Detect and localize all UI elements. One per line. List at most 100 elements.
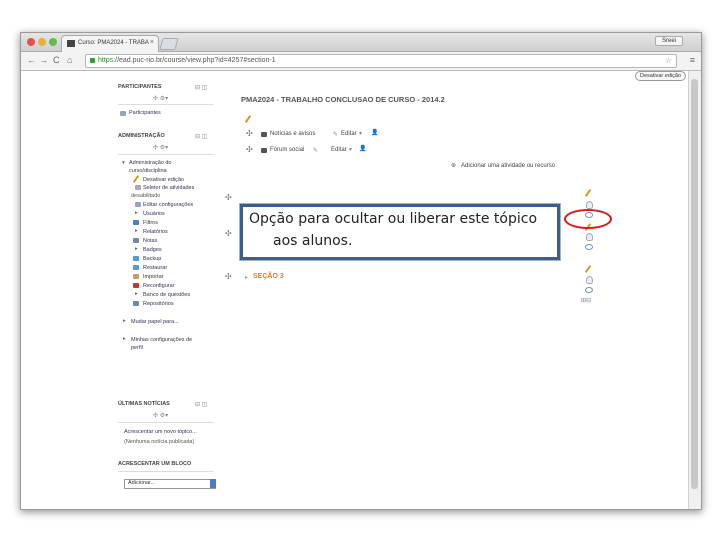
collapsed-arrow-icon[interactable]: ▸ [135, 246, 138, 252]
divider [118, 422, 214, 423]
admin-item-restore[interactable]: Restaurar [143, 265, 167, 271]
admin-item-backup[interactable]: Backup [143, 256, 161, 262]
browser-tab[interactable]: Curso: PMA2024 - TRABA × [61, 35, 159, 52]
participants-link[interactable]: Participantes [129, 110, 161, 116]
page-content: Desativar edição PARTICIPANTES ⊟ ◫ ✣ ⚙▾ … [21, 71, 689, 509]
highlight-circle [564, 209, 612, 229]
select-arrow-icon [210, 479, 216, 488]
forward-icon[interactable]: → [39, 55, 48, 65]
address-bar: ← → C ⌂ https://ead.puc-rio.br/course/vi… [21, 52, 701, 71]
close-window-button[interactable] [27, 38, 35, 46]
bookmark-star-icon[interactable]: ☆ [665, 55, 672, 67]
tab-title: Curso: PMA2024 - TRABA [78, 40, 149, 46]
admin-item-activity-selector[interactable]: Seletor de atividades [143, 185, 194, 191]
tab-close-icon[interactable]: × [150, 39, 154, 46]
edit-menu-social[interactable]: Editar [331, 147, 347, 153]
hide-topic-eye-icon[interactable] [585, 287, 593, 293]
edit-pencil-icon[interactable] [584, 189, 592, 197]
expand-arrow-icon[interactable]: ▾ [122, 160, 125, 166]
reload-icon[interactable]: C [53, 55, 60, 65]
back-icon[interactable]: ← [27, 55, 36, 65]
collapsed-arrow-icon[interactable]: ▸ [245, 274, 248, 281]
section-controls-icon[interactable]: ⊞⊟ [581, 297, 591, 304]
add-topic-link[interactable]: Acrescentar um novo tópico... [124, 429, 197, 435]
highlight-bulb-icon[interactable] [586, 276, 593, 284]
no-news-text: (Nenhuma notícia publicada) [124, 439, 195, 445]
block-dock-icon[interactable]: ⊟ ◫ [195, 84, 207, 91]
move-icon[interactable]: ✣ [225, 193, 232, 202]
highlight-bulb-icon[interactable] [586, 233, 593, 241]
add-icon[interactable]: ⊕ [451, 162, 456, 169]
menu-icon[interactable]: ≡ [690, 55, 695, 65]
admin-item-disable-edit[interactable]: Desativar edição [143, 177, 184, 183]
profile-settings-link-2[interactable]: perfil [131, 345, 143, 351]
section3-title[interactable]: SEÇÃO 3 [253, 273, 284, 280]
scrollbar-thumb[interactable] [691, 79, 698, 489]
chevron-down-icon[interactable]: ▾ [359, 130, 362, 137]
tab-bar: Curso: PMA2024 - TRABA × Sreei [21, 33, 701, 52]
collapsed-arrow-icon[interactable]: ▸ [135, 228, 138, 234]
collapsed-arrow-icon[interactable]: ▸ [123, 318, 126, 324]
edit-title-icon[interactable]: ✎ [313, 147, 318, 154]
course-title: PMA2024 - TRABALHO CONCLUSAO DE CURSO - … [241, 95, 445, 104]
admin-item-import[interactable]: Importar [143, 274, 163, 280]
profile-settings-link[interactable]: Minhas configurações de [131, 337, 192, 343]
edit-pencil-icon[interactable] [584, 265, 592, 273]
collapsed-arrow-icon[interactable]: ▸ [123, 336, 126, 342]
user-role-icon[interactable]: 👤 [371, 129, 378, 136]
collapsed-arrow-icon[interactable]: ▸ [135, 291, 138, 297]
home-icon[interactable]: ⌂ [67, 55, 72, 65]
admin-item-reset[interactable]: Reconfigurar [143, 283, 175, 289]
block-move-icon[interactable]: ✣ ⚙▾ [153, 95, 168, 102]
url-input[interactable]: https://ead.puc-rio.br/course/view.php?i… [85, 54, 677, 68]
add-activity-link[interactable]: Adicionar uma atividade ou recurso [461, 163, 555, 169]
forum-news-link[interactable]: Notícias e avisos [270, 131, 315, 137]
divider [118, 471, 214, 472]
admin-item-filters[interactable]: Filtros [143, 220, 158, 226]
block-dock-icon[interactable]: ⊟ ◫ [195, 133, 207, 140]
admin-item-grades[interactable]: Notas [143, 238, 157, 244]
move-icon[interactable]: ✣ [225, 229, 232, 238]
admin-item-edit-settings[interactable]: Editar configurações [143, 202, 193, 208]
edit-title-icon[interactable]: ✎ [333, 131, 338, 138]
user-role-icon[interactable]: 👤 [359, 145, 366, 152]
course-admin-link[interactable]: Administração do [129, 160, 172, 166]
add-block-title: ACRESCENTAR UM BLOCO [118, 461, 192, 467]
minimize-window-button[interactable] [38, 38, 46, 46]
move-icon[interactable]: ✣ [225, 272, 232, 281]
pencil-icon [132, 175, 140, 183]
block-move-icon[interactable]: ✣ ⚙▾ [153, 412, 168, 419]
collapsed-arrow-icon[interactable]: ▸ [135, 210, 138, 216]
selector-icon [135, 185, 141, 190]
admin-item-question-bank[interactable]: Banco de questões [143, 292, 190, 298]
admin-item-disabled: desabilitado [131, 193, 161, 199]
new-tab-button[interactable] [159, 38, 179, 50]
block-dock-icon[interactable]: ⊟ ◫ [195, 401, 207, 408]
vertical-scrollbar[interactable] [688, 71, 701, 509]
zoom-window-button[interactable] [49, 38, 57, 46]
move-icon[interactable]: ✣ [246, 145, 253, 154]
divider [118, 104, 214, 105]
admin-item-users[interactable]: Usuários [143, 211, 165, 217]
edit-menu-news[interactable]: Editar [341, 131, 357, 137]
lock-icon [90, 58, 95, 63]
block-move-icon[interactable]: ✣ ⚙▾ [153, 144, 168, 151]
filter-icon [133, 220, 139, 225]
admin-item-reports[interactable]: Relatórios [143, 229, 168, 235]
add-block-select[interactable]: Adicionar... [124, 479, 216, 489]
participants-block-title: PARTICIPANTES [118, 84, 162, 90]
switch-role-link[interactable]: Mudar papel para... [131, 319, 179, 325]
chevron-down-icon[interactable]: ▾ [349, 146, 352, 153]
forum-icon [261, 132, 267, 137]
hide-topic-eye-icon[interactable] [585, 244, 593, 250]
course-admin-link-2[interactable]: curso/disciplina [129, 168, 167, 174]
admin-item-repositories[interactable]: Repositórios [143, 301, 174, 307]
user-profile-button[interactable]: Sreei [654, 36, 683, 46]
backup-icon [133, 256, 139, 261]
disable-edit-button[interactable]: Desativar edição [635, 71, 686, 81]
highlight-bulb-icon[interactable] [586, 201, 593, 209]
move-icon[interactable]: ✣ [246, 129, 253, 138]
admin-item-badges[interactable]: Badges [143, 247, 162, 253]
forum-social-link[interactable]: Fórum social [270, 147, 304, 153]
edit-section-pencil-icon[interactable] [244, 115, 252, 123]
